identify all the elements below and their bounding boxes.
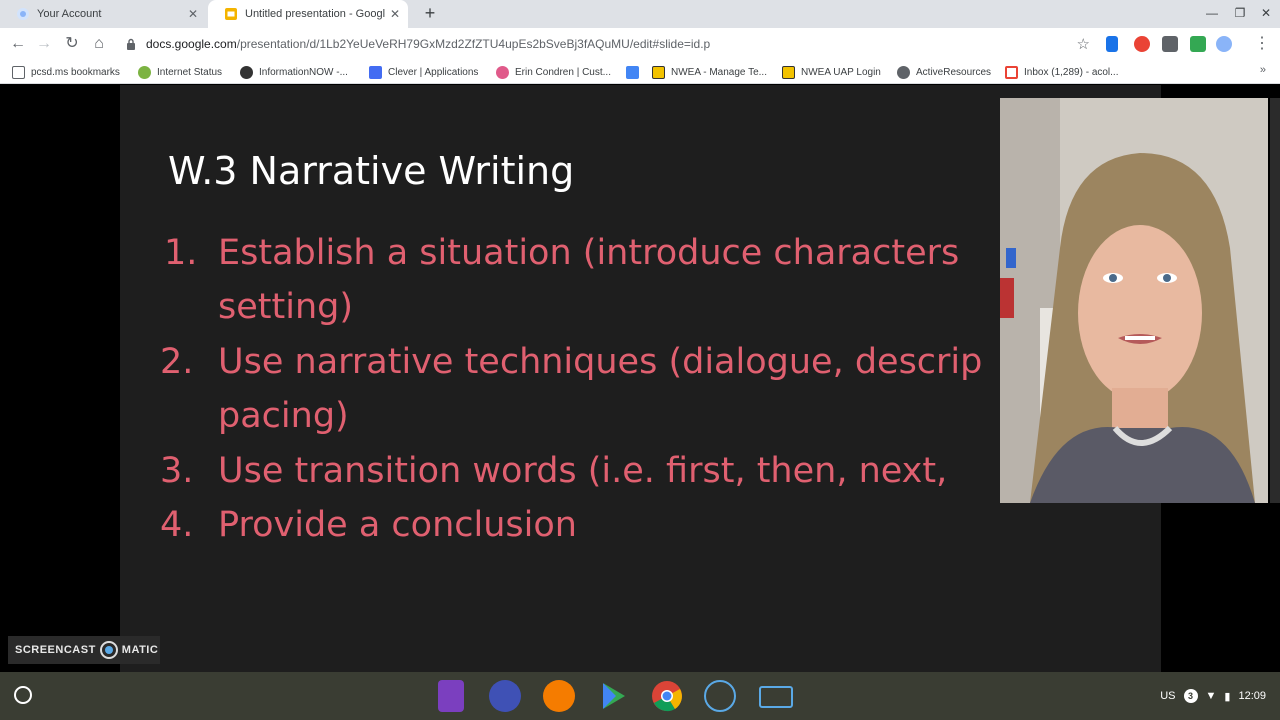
bookmark-label: pcsd.ms bookmarks [31,66,120,78]
clock: 12:09 [1238,690,1266,702]
docs-icon [626,65,639,79]
bookmark-label: Erin Condren | Cust... [515,66,611,78]
bookmark-label: InformationNOW -... [259,66,348,78]
launcher-icon[interactable] [14,686,32,704]
bookmark-label: NWEA - Manage Te... [671,66,767,78]
list-item-continued: setting) [218,287,353,327]
bookmark-label: Internet Status [157,66,223,78]
account-favicon-icon [17,8,29,20]
forward-icon[interactable]: → [34,34,54,54]
lock-icon [127,38,135,50]
bookmark-star-icon[interactable]: ☆ [1077,35,1090,53]
slides-favicon-icon [225,8,237,20]
status-icon [138,65,151,79]
nwea-icon [652,65,665,79]
chevron-more-icon[interactable]: » [1260,64,1266,76]
bookmark-label: Clever | Applications [388,66,479,78]
camera-app-icon[interactable] [759,686,793,708]
close-icon[interactable]: ✕ [186,7,200,21]
infonow-icon [240,65,253,79]
notification-badge: 3 [1183,689,1198,703]
extension-green-icon[interactable] [1190,36,1206,52]
bookmark-item[interactable]: InformationNOW -... [240,64,348,80]
list-item: Use transition words (i.e. first, then, … [218,451,948,491]
student-app-icon[interactable] [543,680,575,712]
webcam-overlay[interactable] [1000,98,1268,503]
url-text: docs.google.com/presentation/d/1Lb2YeUeV… [146,37,710,51]
quizlet-app-icon[interactable] [489,680,521,712]
reload-icon[interactable]: ↻ [62,34,82,54]
extension-screencast-icon[interactable] [1134,36,1150,52]
onenote-app-icon[interactable] [438,680,464,712]
system-tray[interactable]: US 3 ▼ ▮ 12:09 [1160,686,1266,706]
slide-title: W.3 Narrative Writing [168,149,575,193]
extension-blue-icon[interactable] [1216,36,1232,52]
url-domain: docs.google.com [146,37,237,51]
bookmarks-bar: pcsd.ms bookmarks Internet Status Inform… [0,60,1280,84]
list-number: 2. [160,342,194,382]
list-item: Establish a situation (introduce charact… [218,233,960,273]
screencast-app-icon[interactable] [704,680,736,712]
list-number: 4. [160,505,194,545]
tab-strip: Your Account ✕ Untitled presentation - G… [0,0,1280,28]
erin-icon [496,65,509,79]
chromeos-shelf: US 3 ▼ ▮ 12:09 [0,672,1280,720]
extension-cast-icon[interactable] [1162,36,1178,52]
chrome-app-icon[interactable] [651,680,683,712]
bookmark-item[interactable] [626,64,645,80]
bookmark-item[interactable]: NWEA - Manage Te... [652,64,767,80]
record-dot-icon [99,641,118,659]
battery-icon: ▮ [1224,690,1231,703]
webcam-border [1270,98,1280,503]
extension-flag-icon[interactable] [1106,36,1118,52]
list-number: 1. [164,233,198,273]
new-tab-button[interactable]: + [420,4,440,24]
bookmark-item[interactable]: Inbox (1,289) - acol... [1005,64,1119,80]
menu-kebab-icon[interactable]: ⋮ [1252,34,1272,54]
webcam-person-image [1000,98,1268,503]
screencast-watermark: SCREENCAST MATIC [8,636,160,664]
home-icon[interactable]: ⌂ [89,34,109,54]
close-icon[interactable]: ✕ [388,7,402,21]
url-path: /presentation/d/1Lb2YeUeVeRH79GxMzd2ZfZT… [236,37,711,51]
tab-title: Untitled presentation - Google Sl [245,8,385,20]
tab-title: Your Account [37,8,102,20]
bookmark-item[interactable]: Erin Condren | Cust... [496,64,611,80]
list-item: Use narrative techniques (dialogue, desc… [218,342,983,382]
bookmark-label: ActiveResources [916,66,992,78]
bookmark-label: NWEA UAP Login [801,66,881,78]
bookmark-label: Inbox (1,289) - acol... [1024,66,1119,78]
browser-toolbar: ← → ↻ ⌂ docs.google.com/presentation/d/1… [0,28,1280,60]
folder-icon [12,65,25,79]
list-item-continued: pacing) [218,396,349,436]
play-store-app-icon[interactable] [597,680,629,712]
tab-untitled-presentation[interactable]: Untitled presentation - Google Sl ✕ [208,0,408,28]
presentation-view: W.3 Narrative Writing 1. Establish a sit… [0,85,1280,672]
address-bar[interactable]: docs.google.com/presentation/d/1Lb2YeUeV… [118,31,1098,57]
bookmark-item[interactable]: Internet Status [138,64,222,80]
watermark-text: SCREENCAST [15,644,96,656]
tab-your-account[interactable]: Your Account ✕ [0,0,206,28]
bookmark-item[interactable]: NWEA UAP Login [782,64,881,80]
gmail-icon [1005,65,1018,79]
bookmark-item[interactable]: ActiveResources [897,64,991,80]
close-window-icon[interactable]: ✕ [1257,6,1275,22]
globe-icon [897,65,910,79]
nwea-icon [782,65,795,79]
minimize-icon[interactable]: — [1203,6,1221,22]
clever-icon [369,65,382,79]
list-number: 3. [160,451,194,491]
restore-icon[interactable]: ❐ [1231,6,1249,22]
back-icon[interactable]: ← [8,34,28,54]
wifi-icon: ▼ [1205,690,1217,702]
bookmark-item[interactable]: pcsd.ms bookmarks [12,64,120,80]
watermark-text: MATIC [121,644,159,656]
list-item: Provide a conclusion [218,505,577,545]
ime-indicator: US [1160,690,1176,702]
bookmark-item[interactable]: Clever | Applications [369,64,478,80]
